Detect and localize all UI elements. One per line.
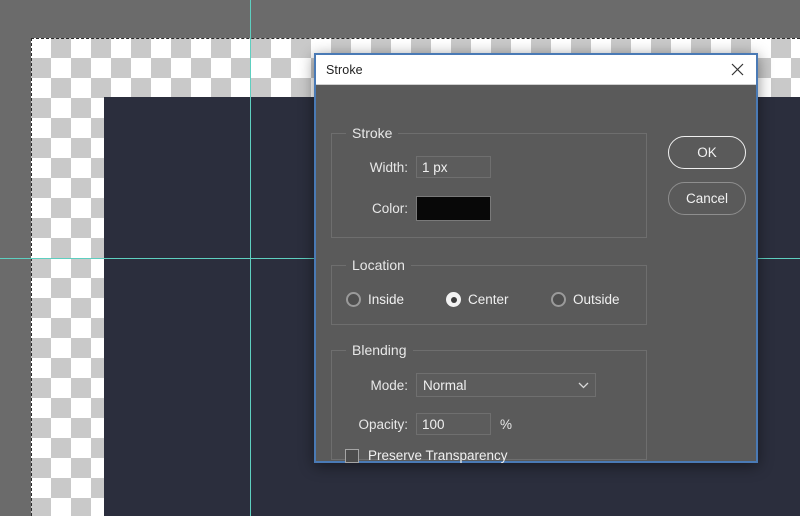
opacity-input[interactable]	[416, 413, 491, 435]
preserve-transparency-label: Preserve Transparency	[368, 448, 508, 463]
width-row: Width:	[332, 156, 491, 178]
width-label: Width:	[369, 159, 408, 175]
blending-group: Blending Mode: Normal Opacity: %	[331, 342, 647, 460]
selection-marquee-top	[31, 38, 800, 39]
color-row: Color:	[332, 196, 491, 221]
radio-outside[interactable]: Outside	[551, 292, 620, 307]
preserve-transparency-checkbox[interactable]: Preserve Transparency	[345, 448, 508, 463]
selection-marquee-left	[31, 38, 32, 516]
location-group: Location Inside Center Outside	[331, 257, 647, 325]
percent-label: %	[500, 416, 513, 432]
blend-mode-select[interactable]: Normal	[416, 373, 596, 397]
radio-inside[interactable]: Inside	[346, 292, 446, 307]
radio-inside-label: Inside	[368, 292, 405, 307]
ok-button[interactable]: OK	[668, 136, 746, 169]
blending-group-legend: Blending	[346, 342, 413, 358]
stroke-group-legend: Stroke	[346, 125, 399, 141]
radio-outside-mark	[551, 292, 566, 307]
location-group-legend: Location	[346, 257, 411, 273]
close-icon[interactable]	[724, 58, 750, 82]
stroke-group: Stroke Width: Color:	[331, 125, 647, 238]
mode-row: Mode: Normal	[332, 373, 596, 397]
radio-inside-mark	[346, 292, 361, 307]
stroke-dialog[interactable]: Stroke Stroke Width: Color: Location	[314, 53, 758, 463]
radio-center-mark	[446, 292, 461, 307]
radio-center[interactable]: Center	[446, 292, 551, 307]
opacity-label: Opacity:	[358, 416, 408, 432]
dialog-titlebar[interactable]: Stroke	[316, 55, 756, 85]
preserve-transparency-mark	[345, 448, 359, 463]
dialog-body: Stroke Width: Color: Location Inside	[316, 85, 756, 463]
width-input[interactable]	[416, 156, 491, 178]
color-label: Color:	[371, 201, 408, 216]
location-radio-group: Inside Center Outside	[346, 292, 636, 307]
blend-mode-value: Normal	[423, 377, 467, 393]
color-swatch[interactable]	[416, 196, 491, 221]
cancel-button[interactable]: Cancel	[668, 182, 746, 215]
chevron-down-icon	[578, 376, 589, 394]
radio-center-label: Center	[468, 292, 509, 307]
mode-label: Mode:	[370, 377, 408, 393]
radio-outside-label: Outside	[573, 292, 620, 307]
dialog-title: Stroke	[326, 62, 363, 77]
opacity-row: Opacity: %	[332, 413, 512, 435]
